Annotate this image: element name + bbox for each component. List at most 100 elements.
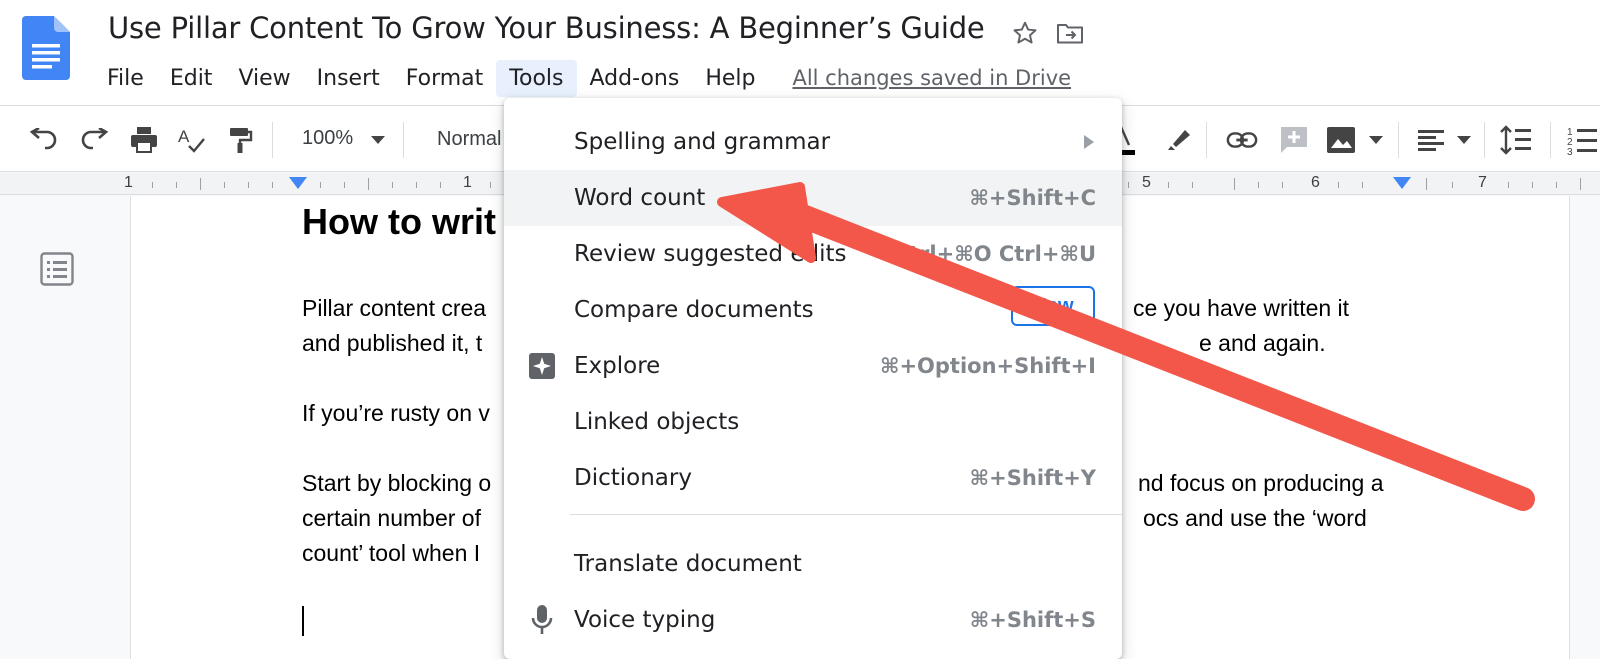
toolbar-divider — [1398, 122, 1399, 158]
explore-icon — [528, 352, 556, 380]
print-icon[interactable] — [128, 124, 160, 156]
ruler-tick — [368, 178, 369, 190]
microphone-icon — [528, 605, 556, 634]
body-text-line: e and again. — [1199, 330, 1326, 356]
insert-link-icon[interactable] — [1226, 124, 1258, 156]
menu-item-label: Explore — [574, 353, 661, 379]
redo-icon[interactable] — [78, 124, 110, 156]
ruler-tick — [1282, 182, 1283, 188]
menu-item-shortcut: Ctrl+⌘O Ctrl+⌘U — [893, 242, 1096, 266]
menu-divider — [570, 514, 1122, 515]
ruler-tick — [1508, 182, 1509, 188]
ruler-tick — [1556, 182, 1557, 188]
toolbar-divider — [403, 122, 404, 158]
menu-item-voice-typing[interactable]: Voice typing ⌘+Shift+S — [504, 592, 1122, 648]
ruler-tick — [440, 182, 441, 188]
menu-item-shortcut: ⌘+Option+Shift+I — [879, 354, 1096, 378]
ruler-label: 1 — [124, 174, 133, 191]
menu-item-label: Voice typing — [574, 607, 716, 633]
menu-file[interactable]: File — [94, 60, 157, 97]
insert-image-icon[interactable] — [1325, 124, 1357, 156]
menu-tools[interactable]: Tools — [496, 59, 577, 97]
menu-item-review-suggested-edits[interactable]: Review suggested edits Ctrl+⌘O Ctrl+⌘U — [504, 226, 1122, 282]
line-spacing-icon[interactable] — [1500, 124, 1532, 156]
ruler-tick — [1426, 178, 1427, 190]
right-indent-marker[interactable] — [1393, 177, 1411, 189]
ruler-tick — [1258, 182, 1259, 188]
header: Use Pillar Content To Grow Your Business… — [0, 0, 1600, 106]
menu-item-label: Translate document — [574, 551, 802, 577]
menu-add-ons[interactable]: Add-ons — [577, 60, 693, 97]
highlight-color-icon[interactable] — [1163, 124, 1195, 156]
body-text-line: and published it, t — [302, 330, 483, 356]
ruler-tick — [1580, 178, 1581, 190]
align-left-icon[interactable] — [1416, 124, 1448, 156]
ruler-tick — [1192, 182, 1193, 188]
body-text-line: ce you have written it — [1133, 295, 1350, 321]
menu-edit[interactable]: Edit — [157, 60, 226, 97]
menu-item-explore[interactable]: Explore ⌘+Option+Shift+I — [504, 338, 1122, 394]
menu-help[interactable]: Help — [692, 60, 768, 97]
ruler-tick — [1338, 182, 1339, 188]
toolbar-divider — [1550, 122, 1551, 158]
body-text-line: certain number of — [302, 505, 481, 531]
menu-item-shortcut: ⌘+Shift+Y — [969, 466, 1096, 490]
body-text-line: count’ tool when I — [302, 540, 481, 566]
saved-status-link[interactable]: All changes saved in Drive — [792, 66, 1071, 90]
ruler-tick — [1168, 182, 1169, 188]
menu-insert[interactable]: Insert — [304, 60, 393, 97]
menu-item-word-count[interactable]: Word count ⌘+Shift+C — [504, 170, 1122, 226]
left-indent-marker[interactable] — [289, 177, 307, 189]
body-text-line: If you’re rusty on v — [302, 400, 490, 426]
ruler-tick — [1128, 182, 1129, 188]
menu-item-label: Review suggested edits — [574, 241, 847, 267]
zoom-dropdown-icon[interactable] — [362, 124, 394, 156]
body-text-line: Pillar content crea — [302, 295, 487, 321]
submenu-arrow-icon — [1084, 135, 1094, 149]
menu-view[interactable]: View — [225, 60, 303, 97]
document-title[interactable]: Use Pillar Content To Grow Your Business… — [108, 11, 985, 45]
paint-format-icon[interactable] — [224, 124, 256, 156]
tools-menu: Spelling and grammar Word count ⌘+Shift+… — [504, 98, 1122, 659]
menu-format[interactable]: Format — [393, 60, 497, 97]
document-heading: How to writ — [302, 201, 496, 242]
align-dropdown-icon[interactable] — [1448, 124, 1480, 156]
google-docs-logo-icon[interactable] — [22, 16, 70, 85]
add-comment-icon[interactable] — [1278, 124, 1310, 156]
ruler-tick — [320, 182, 321, 188]
menu-item-shortcut: ⌘+Shift+S — [969, 608, 1096, 632]
ruler-tick — [1362, 182, 1363, 188]
ruler-tick — [1234, 178, 1235, 190]
numbered-list-icon[interactable]: 123 — [1566, 124, 1598, 156]
menu-item-label: Spelling and grammar — [574, 129, 831, 155]
menu-item-label: Linked objects — [574, 409, 740, 435]
ruler-tick — [248, 182, 249, 188]
body-text-line: ocs and use the ‘word — [1143, 505, 1367, 531]
star-icon[interactable] — [1010, 18, 1040, 48]
ruler-tick — [490, 182, 491, 188]
spellcheck-icon[interactable]: A — [176, 124, 208, 156]
document-outline-icon[interactable] — [40, 252, 74, 291]
menu-item-dictionary[interactable]: Dictionary ⌘+Shift+Y — [504, 450, 1122, 506]
paragraph-style-select[interactable]: Normal — [437, 128, 501, 151]
body-text-line: Start by blocking o — [302, 470, 492, 496]
menu-item-label: Dictionary — [574, 465, 692, 491]
menu-item-linked-objects[interactable]: Linked objects — [504, 394, 1122, 450]
ruler-tick — [1452, 182, 1453, 188]
menubar: File Edit View Insert Format Tools Add-o… — [94, 56, 1071, 100]
toolbar-divider — [272, 122, 273, 158]
new-badge: New — [1011, 286, 1095, 326]
menu-item-label: Compare documents — [574, 297, 814, 323]
body-text-line: nd focus on producing a — [1138, 470, 1384, 496]
toolbar-divider — [1484, 122, 1485, 158]
image-dropdown-icon[interactable] — [1360, 124, 1392, 156]
menu-item-translate-document[interactable]: Translate document — [504, 536, 1122, 592]
ruler-label: 7 — [1478, 174, 1487, 191]
ruler-tick — [272, 182, 273, 188]
zoom-select[interactable]: 100% — [302, 127, 353, 150]
ruler-label: 5 — [1142, 174, 1151, 191]
ruler-tick — [344, 182, 345, 188]
menu-item-spelling-and-grammar[interactable]: Spelling and grammar — [504, 114, 1122, 170]
undo-icon[interactable] — [28, 124, 60, 156]
move-to-folder-icon[interactable] — [1055, 18, 1085, 48]
